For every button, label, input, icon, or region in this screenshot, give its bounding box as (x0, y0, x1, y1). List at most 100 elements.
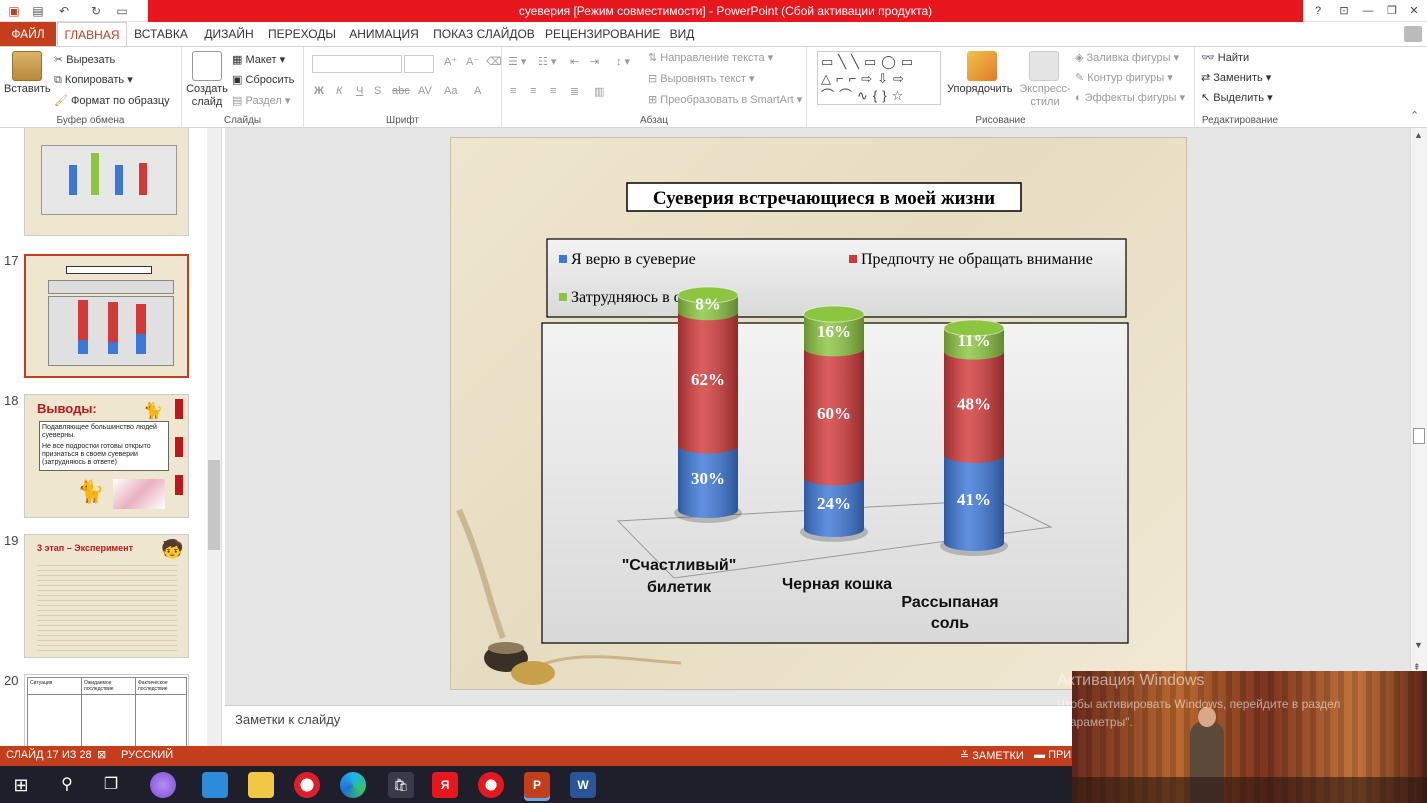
slide-scrollbar[interactable]: ▲ ▼ ⇞ ⇟ (1410, 128, 1427, 705)
close-button[interactable]: ✕ (1404, 2, 1424, 20)
shadow-button[interactable]: S (374, 85, 381, 97)
tab-transitions[interactable]: ПЕРЕХОДЫ (266, 22, 338, 46)
alice-icon[interactable] (150, 772, 176, 798)
cut-button[interactable]: ✂ Вырезать (54, 53, 115, 66)
webcam-video-overlay (1072, 671, 1427, 803)
line-spacing-icon[interactable]: ↕ ▾ (616, 55, 630, 68)
windows-start-icon[interactable]: ⊞ (8, 772, 34, 798)
tab-home[interactable]: ГЛАВНАЯ (57, 22, 127, 46)
tab-slideshow[interactable]: ПОКАЗ СЛАЙДОВ (430, 22, 538, 46)
justify-icon[interactable]: ≣ (570, 85, 579, 98)
scroll-up-icon[interactable]: ▲ (1414, 130, 1423, 140)
edge-icon[interactable] (340, 772, 366, 798)
file-explorer-icon[interactable] (248, 772, 274, 798)
bullets-icon[interactable]: ☰ ▾ (508, 55, 526, 68)
opera-icon[interactable] (294, 772, 320, 798)
legend-label-1: Предпочту не обращать внимание (861, 251, 1093, 268)
slide-thumbnails-pane[interactable]: 17 18 Выводы: Подавляющее большинство лю… (0, 128, 222, 746)
layout-button[interactable]: ▦ Макет ▾ (232, 53, 285, 66)
window-title: суеверия [Режим совместимости] - PowerPo… (148, 0, 1303, 22)
thumbnail-slide-18[interactable]: Выводы: Подавляющее большинство людей су… (24, 394, 189, 518)
task-view-icon[interactable]: ❐ (98, 772, 124, 798)
legend-label-0: Я верю в суеверие (571, 251, 696, 268)
tab-design[interactable]: ДИЗАЙН (198, 22, 260, 46)
account-avatar[interactable] (1404, 26, 1422, 42)
paste-button[interactable]: Вставить (4, 83, 51, 95)
tab-file[interactable]: ФАЙЛ (0, 22, 56, 46)
tab-review[interactable]: РЕЦЕНЗИРОВАНИЕ (545, 22, 660, 46)
redo-icon[interactable]: ↻ (88, 3, 104, 19)
spacing-button[interactable]: AV (418, 85, 432, 97)
thumbnail-slide-20[interactable]: Ситуация Ожидаемое последствие Фактическ… (24, 674, 189, 746)
arrange-button[interactable]: Упорядочить (947, 83, 1012, 95)
value-label-1-0: 24% (817, 494, 851, 513)
scroll-down-icon[interactable]: ▼ (1414, 640, 1423, 650)
tab-view[interactable]: ВИД (662, 22, 702, 46)
find-button[interactable]: 👓 Найти (1201, 51, 1249, 64)
t20-h2: Ожидаемое последствие (84, 680, 114, 692)
powerpoint-taskbar-icon[interactable]: P (524, 772, 550, 798)
tab-animations[interactable]: АНИМАЦИЯ (345, 22, 423, 46)
help-button[interactable]: ? (1308, 2, 1328, 20)
replace-button[interactable]: ⇄ Заменить ▾ (1201, 71, 1271, 84)
shapes-gallery[interactable]: ▭╲╲▭◯▭ △⌐⌐⇨⇩⇨ ⌒⌒∿{}☆ (817, 51, 941, 105)
thumbnail-scrollbar[interactable] (207, 128, 221, 746)
minimize-button[interactable]: — (1358, 2, 1378, 20)
font-color-button[interactable]: A (474, 85, 481, 97)
indent-increase-icon[interactable]: ⇥ (590, 55, 599, 68)
yandex-browser-icon[interactable] (478, 772, 504, 798)
word-icon[interactable]: W (570, 772, 596, 798)
font-size-input[interactable] (404, 55, 434, 73)
italic-button[interactable]: К (336, 85, 342, 97)
align-right-icon[interactable]: ≡ (550, 85, 556, 97)
shrink-font-icon[interactable]: A⁻ (466, 55, 479, 68)
shape-fill-button[interactable]: ◈ Заливка фигуры ▾ (1075, 51, 1179, 64)
underline-button[interactable]: Ч (356, 85, 363, 97)
grow-font-icon[interactable]: A⁺ (444, 55, 457, 68)
restore-button[interactable]: ❐ (1382, 2, 1402, 20)
save-icon[interactable]: ▤ (30, 3, 46, 19)
mail-icon[interactable] (202, 772, 228, 798)
shape-effects-button[interactable]: ◐ Эффекты фигуры ▾ (1075, 91, 1185, 104)
align-left-icon[interactable]: ≡ (510, 85, 516, 97)
notes-toggle[interactable]: ≚ ЗАМЕТКИ (960, 749, 1024, 762)
spellcheck-icon[interactable]: ⊠ (97, 748, 106, 761)
thumbnail-slide-16[interactable] (24, 128, 189, 236)
select-button[interactable]: ↖ Выделить ▾ (1201, 91, 1273, 104)
clear-format-icon[interactable]: ⌫ (486, 55, 502, 68)
search-icon[interactable]: ⚲ (54, 772, 80, 798)
yandex-icon[interactable]: Я (432, 772, 458, 798)
smartart-button[interactable]: ⊞ Преобразовать в SmartArt ▾ (648, 93, 802, 106)
tab-insert[interactable]: ВСТАВКА (130, 22, 192, 46)
layout-label: Макет (245, 54, 277, 66)
store-icon[interactable]: 🛍 (388, 772, 414, 798)
shape-outline-button[interactable]: ✎ Контур фигуры ▾ (1075, 71, 1173, 84)
strikethrough-button[interactable]: abc (392, 85, 410, 97)
copy-button[interactable]: ⧉ Копировать ▾ (54, 73, 133, 87)
bold-button[interactable]: Ж (314, 85, 324, 97)
language-indicator[interactable]: РУССКИЙ (121, 749, 173, 761)
start-slideshow-icon[interactable]: ▭ (114, 3, 130, 19)
quick-styles-button[interactable]: Экспресс-стили (1017, 83, 1073, 109)
align-text-button[interactable]: ⊟ Выровнять текст ▾ (648, 72, 755, 85)
align-center-icon[interactable]: ≡ (530, 85, 536, 97)
value-label-1-2: 16% (817, 322, 851, 341)
change-case-button[interactable]: Aa (444, 85, 457, 97)
thumbnail-slide-19[interactable]: 3 этап – Эксперимент 🧒 (24, 534, 189, 658)
text-direction-button[interactable]: ⇅ Направление текста ▾ (648, 51, 773, 64)
undo-icon[interactable]: ↶ (56, 3, 72, 19)
thumbnail-slide-17[interactable] (24, 254, 189, 378)
slide-canvas[interactable]: Суеверия встречающиеся в моей жизни Я ве… (450, 137, 1187, 690)
section-button[interactable]: ▤ Раздел ▾ (232, 94, 290, 107)
font-name-input[interactable] (312, 55, 402, 73)
numbering-icon[interactable]: ☷ ▾ (538, 55, 556, 68)
format-painter-button[interactable]: 🖌 Формат по образцу (54, 94, 170, 107)
new-slide-button[interactable]: Создать слайд (184, 83, 230, 109)
collapse-ribbon-icon[interactable]: ⌃ (1410, 109, 1419, 122)
copy-label: Копировать (64, 74, 125, 86)
reset-button[interactable]: ▣ Сбросить (232, 73, 294, 86)
indent-decrease-icon[interactable]: ⇤ (570, 55, 579, 68)
scroll-thumb[interactable] (1413, 428, 1425, 444)
ribbon-display-options-icon[interactable]: ⊡ (1334, 2, 1354, 20)
columns-icon[interactable]: ▥ (594, 85, 604, 98)
